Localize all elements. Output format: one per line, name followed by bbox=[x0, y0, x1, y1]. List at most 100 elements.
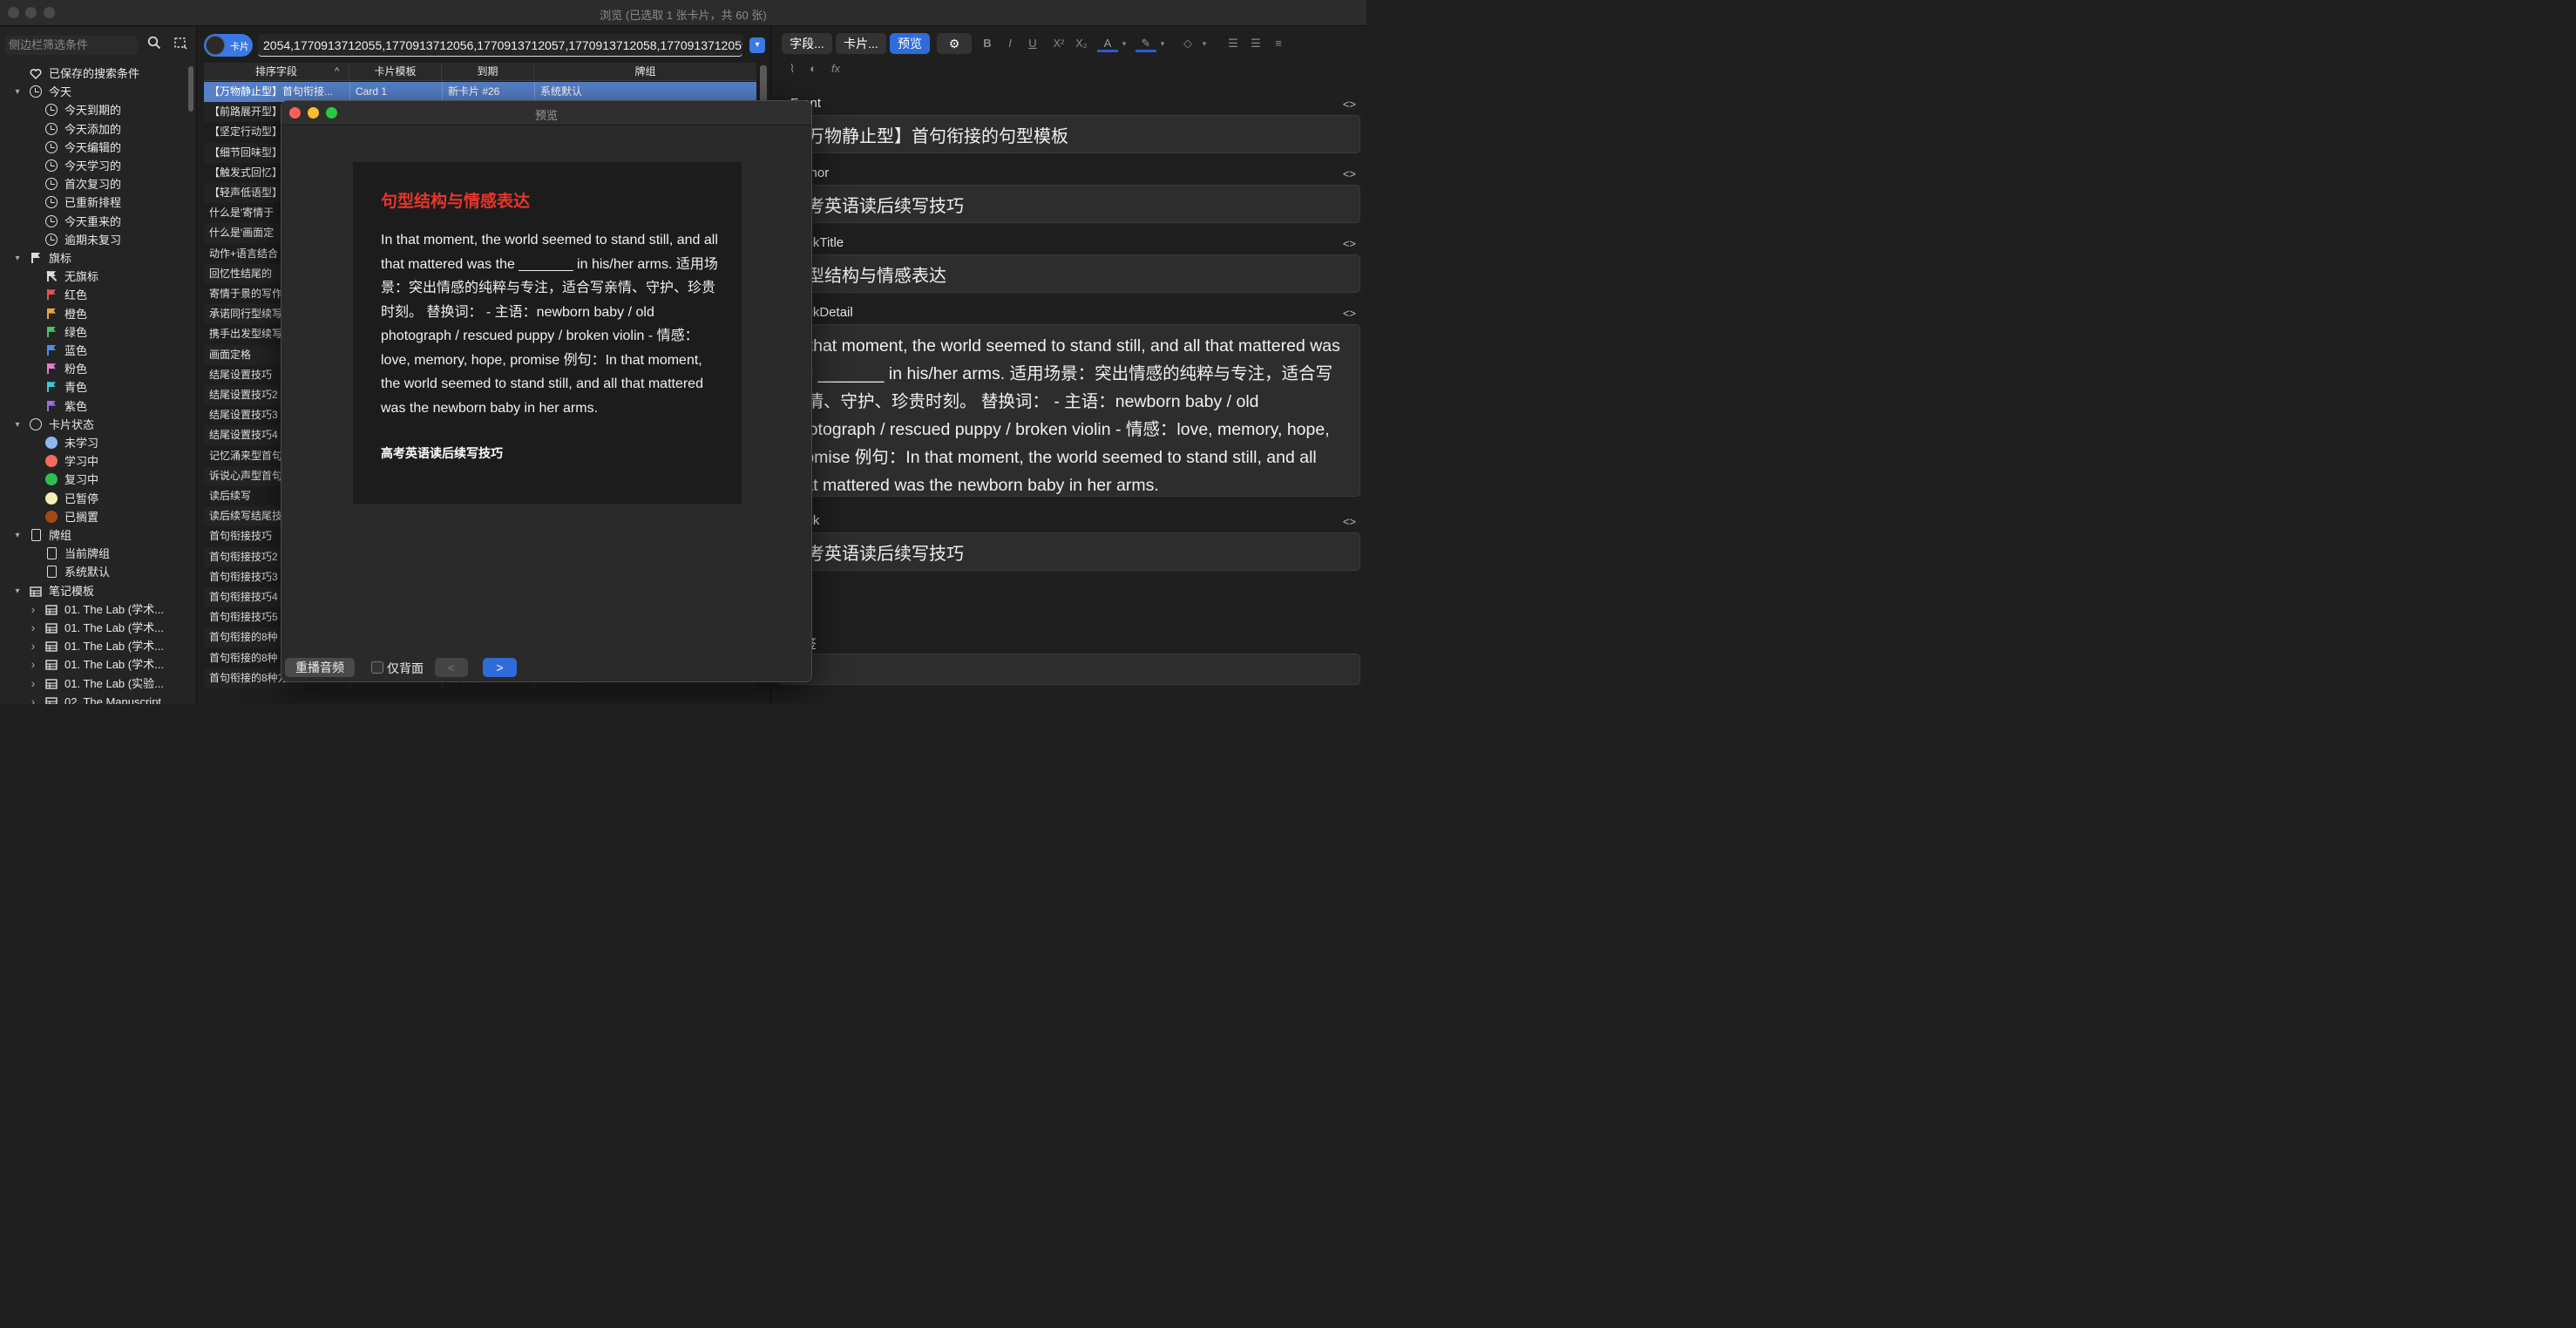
chevron-down-icon[interactable]: ▾ bbox=[12, 416, 23, 434]
text-color-icon[interactable]: A bbox=[1097, 33, 1118, 52]
column-sort-field[interactable]: 排序字段 bbox=[204, 63, 349, 81]
gear-icon[interactable]: ⚙ bbox=[937, 33, 972, 54]
sidebar-item[interactable]: 学习中 bbox=[0, 452, 183, 471]
sidebar-item[interactable]: 已暂停 bbox=[0, 490, 183, 508]
paperclip-icon[interactable]: ⌇ bbox=[782, 58, 803, 79]
search-icon[interactable] bbox=[145, 36, 164, 55]
sidebar-item[interactable]: ▾ 卡片状态 bbox=[0, 416, 183, 434]
sidebar-item[interactable]: 当前牌组 bbox=[0, 545, 183, 563]
sidebar-item[interactable]: 已保存的搜索条件 bbox=[0, 64, 183, 83]
html-editor-toggle-icon[interactable]: <> bbox=[1343, 98, 1356, 111]
sidebar-item[interactable]: 已搁置 bbox=[0, 508, 183, 526]
superscript-icon[interactable]: X² bbox=[1048, 33, 1069, 54]
cards-notes-toggle[interactable]: 卡片 bbox=[204, 34, 253, 57]
html-editor-toggle-icon[interactable]: <> bbox=[1343, 515, 1356, 528]
chevron-right-icon[interactable]: › bbox=[28, 600, 38, 619]
html-editor-toggle-icon[interactable]: <> bbox=[1343, 307, 1356, 320]
chevron-down-icon[interactable]: ▾ bbox=[12, 83, 23, 101]
sidebar-item-label: 今天 bbox=[49, 85, 72, 99]
replay-audio-button[interactable]: 重播音频 bbox=[285, 658, 355, 677]
sidebar-item[interactable]: 系统默认 bbox=[0, 563, 183, 581]
preview-button[interactable]: 预览 bbox=[890, 33, 930, 54]
sidebar-item[interactable]: 已重新排程 bbox=[0, 193, 183, 212]
eraser-icon[interactable]: ◇ bbox=[1177, 33, 1198, 54]
back-only-checkbox[interactable] bbox=[371, 661, 383, 674]
field-editor[interactable]: In that moment, the world seemed to stan… bbox=[778, 324, 1360, 497]
sidebar-item[interactable]: › 01. The Lab (实验... bbox=[0, 674, 183, 693]
sidebar-item[interactable]: 复习中 bbox=[0, 471, 183, 489]
align-icon[interactable]: ≡ bbox=[1268, 33, 1289, 54]
column-due[interactable]: 到期 bbox=[442, 63, 534, 81]
sidebar-filter-input[interactable]: 侧边栏筛选条件 bbox=[5, 36, 138, 55]
chevron-right-icon[interactable]: › bbox=[28, 674, 38, 693]
field-editor[interactable]: 【万物静止型】首句衔接的句型模板 bbox=[778, 115, 1360, 153]
sidebar-item[interactable]: 今天学习的 bbox=[0, 157, 183, 175]
next-card-button[interactable]: > bbox=[483, 658, 517, 677]
chevron-down-icon[interactable]: ▾ bbox=[12, 249, 23, 268]
math-icon[interactable]: fx bbox=[825, 58, 846, 79]
sidebar-item[interactable]: › 01. The Lab (学术... bbox=[0, 619, 183, 637]
cards-button[interactable]: 卡片... bbox=[836, 33, 886, 54]
sidebar-item[interactable]: › 01. The Lab (学术... bbox=[0, 637, 183, 655]
bulleted-list-icon[interactable]: ☰ bbox=[1223, 33, 1244, 54]
clock-icon bbox=[45, 122, 58, 135]
chevron-down-icon[interactable]: ▾ bbox=[749, 37, 765, 53]
sidebar-item[interactable]: 未学习 bbox=[0, 434, 183, 452]
sidebar-item[interactable]: 今天重来的 bbox=[0, 213, 183, 231]
chevron-right-icon[interactable]: › bbox=[28, 619, 38, 637]
sidebar-scrollbar[interactable] bbox=[188, 66, 193, 112]
sidebar-item[interactable]: 橙色 bbox=[0, 305, 183, 323]
chevron-right-icon[interactable]: › bbox=[28, 637, 38, 655]
sidebar-item[interactable]: 无旗标 bbox=[0, 268, 183, 286]
sidebar-item[interactable]: ▾ 笔记模板 bbox=[0, 582, 183, 600]
sidebar-item[interactable]: 紫色 bbox=[0, 397, 183, 416]
field-editor[interactable] bbox=[778, 654, 1360, 685]
column-deck[interactable]: 牌组 bbox=[534, 63, 756, 81]
search-query-input[interactable]: 2054,1770913712055,1770913712056,1770913… bbox=[258, 34, 742, 57]
chevron-right-icon[interactable]: › bbox=[28, 655, 38, 674]
sidebar-item[interactable]: 今天到期的 bbox=[0, 101, 183, 119]
chevron-down-icon[interactable]: ▾ bbox=[12, 582, 23, 600]
italic-icon[interactable]: I bbox=[1000, 33, 1020, 54]
html-editor-toggle-icon[interactable]: <> bbox=[1343, 167, 1356, 180]
sidebar-item[interactable]: 逾期未复习 bbox=[0, 231, 183, 249]
previous-card-button[interactable]: < bbox=[435, 658, 468, 677]
sidebar-item[interactable]: › 01. The Lab (学术... bbox=[0, 600, 183, 619]
sidebar-item[interactable]: ▾ 旗标 bbox=[0, 249, 183, 268]
subscript-icon[interactable]: X₂ bbox=[1071, 33, 1092, 54]
table-row[interactable]: 【万物静止型】首句衔接... Card 1 新卡片 #26 系统默认 bbox=[204, 82, 756, 102]
selection-tool-icon[interactable] bbox=[171, 36, 190, 55]
sidebar-item-label: 系统默认 bbox=[64, 566, 111, 579]
sidebar-item[interactable]: › 01. The Lab (学术... bbox=[0, 655, 183, 674]
sidebar-item[interactable]: 粉色 bbox=[0, 360, 183, 378]
sidebar-item[interactable]: 绿色 bbox=[0, 323, 183, 342]
sidebar-item[interactable]: 蓝色 bbox=[0, 342, 183, 360]
highlight-icon[interactable]: ✎ bbox=[1135, 33, 1156, 52]
sidebar-item[interactable]: 今天编辑的 bbox=[0, 139, 183, 157]
chevron-down-icon[interactable]: ▾ bbox=[1118, 33, 1130, 54]
sidebar-item[interactable]: ▾ 牌组 bbox=[0, 526, 183, 545]
sidebar-item[interactable]: ▾ 今天 bbox=[0, 83, 183, 101]
field-editor[interactable]: 高考英语读后续写技巧 bbox=[778, 185, 1360, 223]
microphone-icon[interactable]: ◐ bbox=[803, 58, 824, 79]
chevron-down-icon[interactable]: ▾ bbox=[12, 526, 23, 545]
chevron-right-icon[interactable]: › bbox=[28, 693, 38, 704]
bold-icon[interactable]: B bbox=[977, 33, 998, 54]
numbered-list-icon[interactable]: ☰ bbox=[1245, 33, 1266, 54]
sidebar-item[interactable]: 红色 bbox=[0, 286, 183, 304]
deck-icon bbox=[47, 547, 57, 560]
table-scrollbar[interactable] bbox=[760, 65, 767, 102]
field-editor[interactable]: 高考英语读后续写技巧 bbox=[778, 532, 1360, 571]
sidebar-item[interactable]: 青色 bbox=[0, 378, 183, 396]
sidebar-item[interactable]: 今天添加的 bbox=[0, 120, 183, 139]
sidebar-item[interactable]: 首次复习的 bbox=[0, 175, 183, 193]
field-editor[interactable]: 句型结构与情感表达 bbox=[778, 254, 1360, 293]
chevron-down-icon[interactable]: ▾ bbox=[1156, 33, 1169, 54]
sidebar-item[interactable]: › 02. The Manuscript bbox=[0, 693, 183, 704]
html-editor-toggle-icon[interactable]: <> bbox=[1343, 237, 1356, 250]
fields-button[interactable]: 字段... bbox=[782, 33, 832, 54]
chevron-down-icon[interactable]: ▾ bbox=[1198, 33, 1210, 54]
underline-icon[interactable]: U bbox=[1022, 33, 1043, 54]
sidebar-item-label: 复习中 bbox=[64, 473, 99, 487]
column-card-template[interactable]: 卡片模板 bbox=[349, 63, 442, 81]
